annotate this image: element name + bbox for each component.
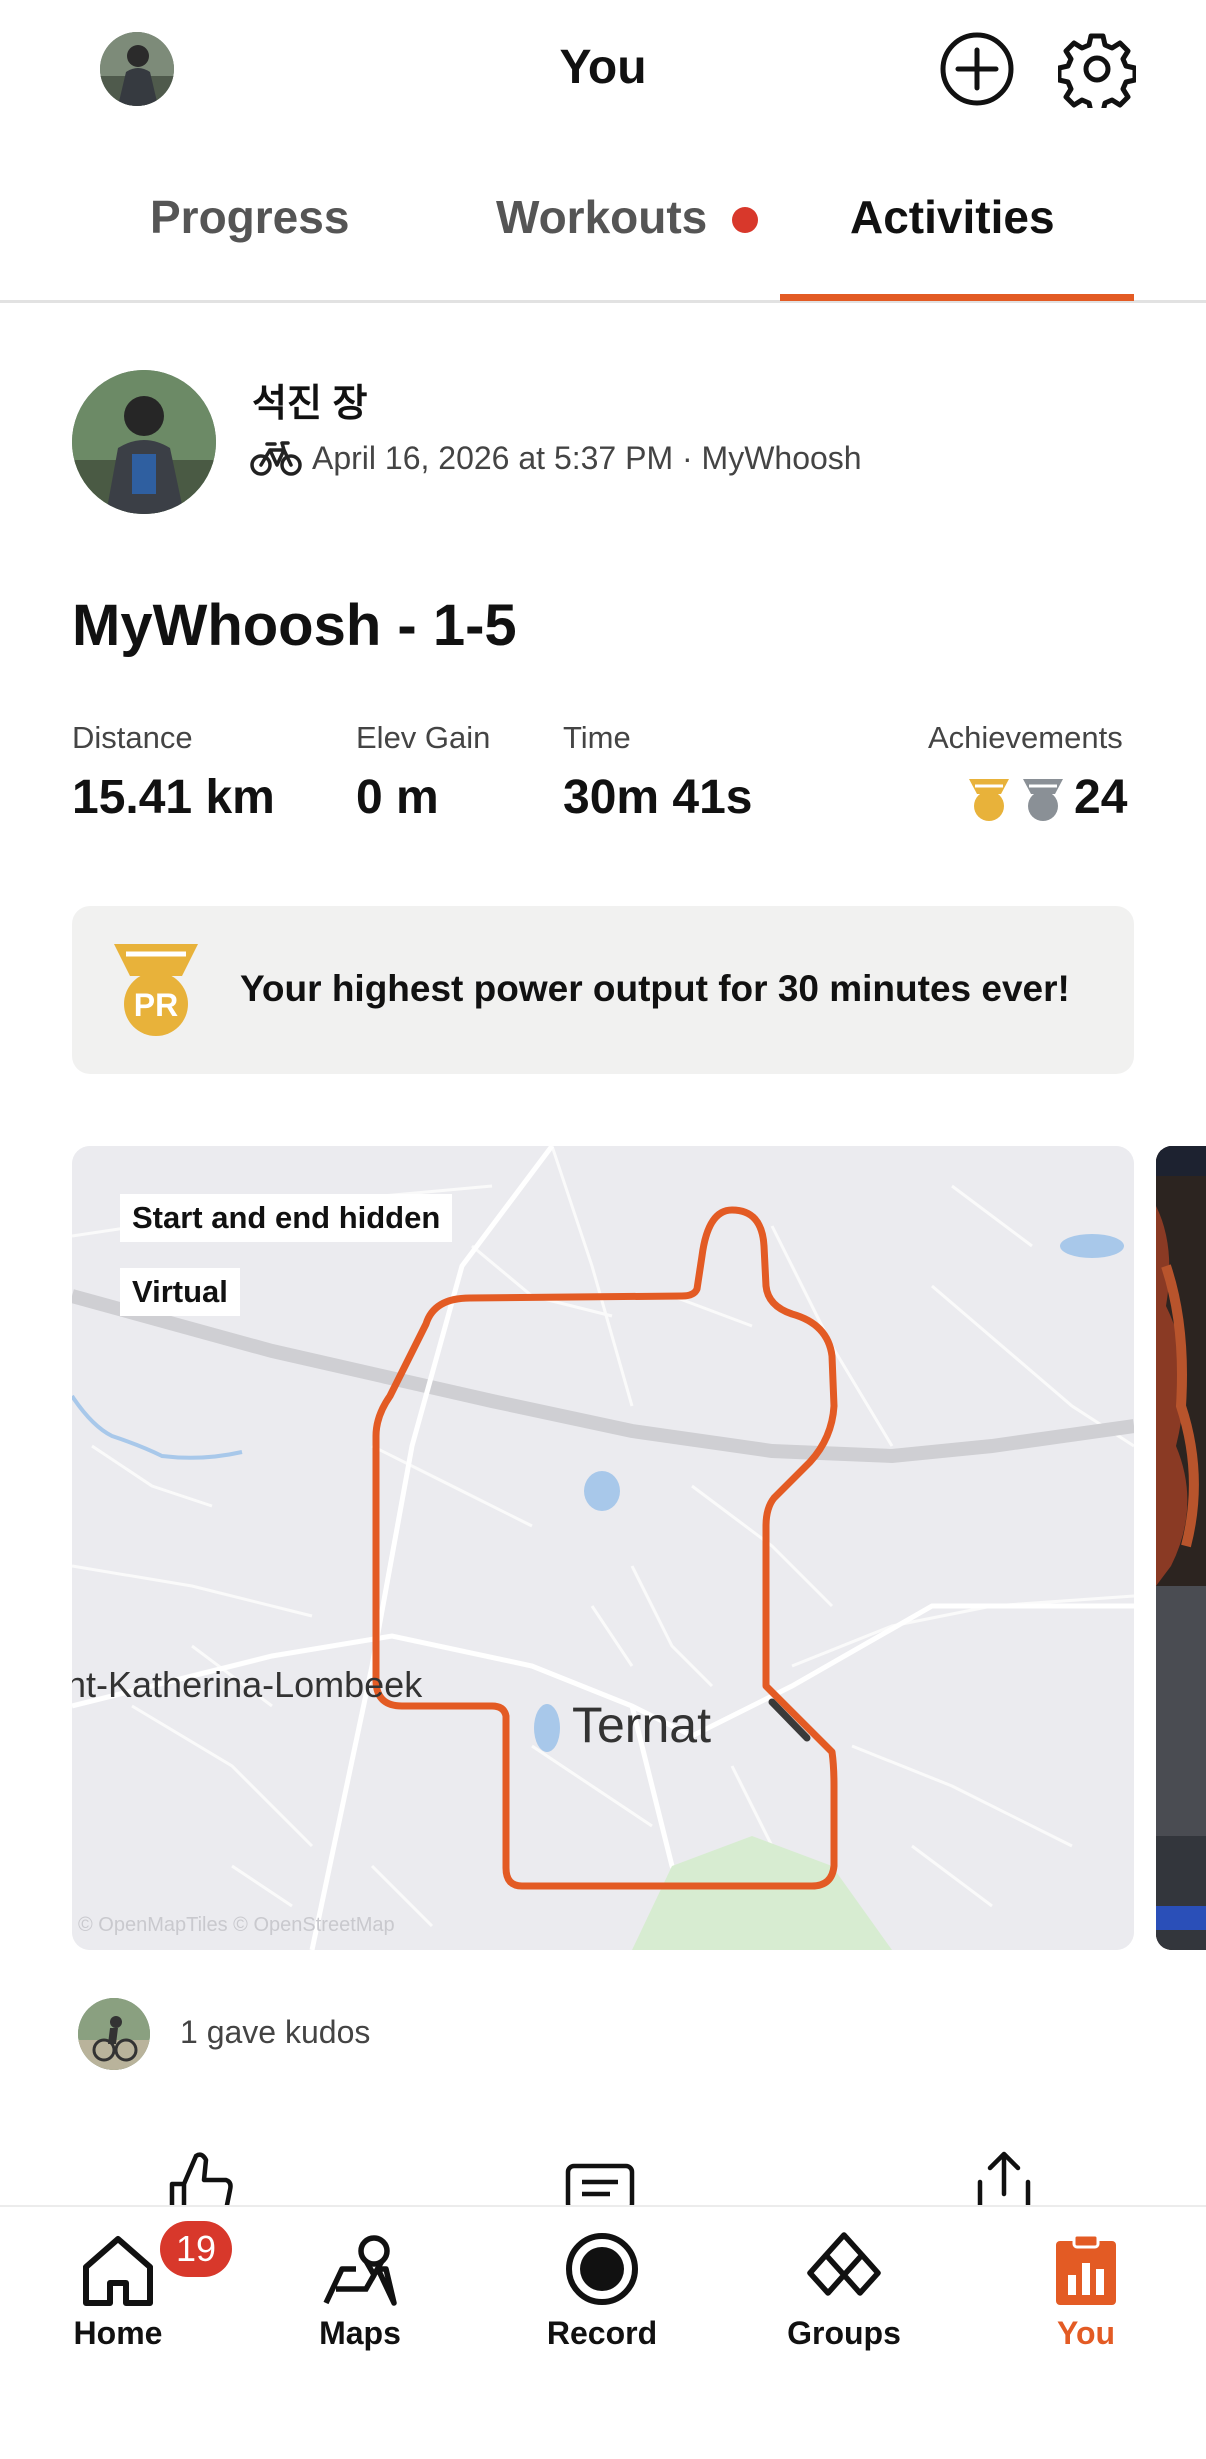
nav-you[interactable]: You — [986, 2207, 1186, 2407]
pr-badge-text: PR — [134, 987, 178, 1023]
map-label-lombeek: nt-Katherina-Lombeek — [72, 1664, 423, 1705]
tab-activities[interactable]: Activities — [850, 190, 1055, 244]
stat-time-label: Time — [563, 720, 631, 755]
map-tag-hidden: Start and end hidden — [120, 1194, 453, 1242]
stat-achievements-value: 24 — [1074, 771, 1128, 824]
stat-distance-label: Distance — [72, 720, 193, 755]
home-badge: 19 — [160, 2221, 232, 2277]
map-label-ternat: Ternat — [572, 1697, 711, 1753]
stat-distance-value: 15.41 km — [72, 771, 275, 824]
nav-groups[interactable]: Groups — [744, 2207, 944, 2407]
tab-workouts[interactable]: Workouts — [496, 190, 707, 244]
stat-elev-value: 0 m — [356, 771, 439, 824]
nav-maps[interactable]: Maps — [260, 2207, 460, 2407]
gear-icon[interactable] — [1056, 30, 1138, 115]
record-icon — [564, 2231, 640, 2307]
activity-meta: April 16, 2026 at 5:37 PM · MyWhoosh — [312, 440, 862, 476]
athlete-avatar[interactable] — [72, 370, 216, 514]
nav-maps-label: Maps — [319, 2315, 401, 2351]
nav-record[interactable]: Record — [502, 2207, 702, 2407]
nav-home-label: Home — [73, 2315, 163, 2351]
page-title: You — [559, 41, 647, 94]
bottom-nav: 19 Home Maps Record Groups You — [0, 2205, 1206, 2459]
notification-dot — [732, 207, 758, 233]
stat-time-value: 30m 41s — [563, 771, 753, 824]
bike-icon — [250, 438, 302, 478]
top-header: You — [0, 0, 1206, 140]
groups-icon — [806, 2231, 882, 2307]
nav-you-label: You — [1056, 2315, 1116, 2351]
comment-icon[interactable] — [564, 2150, 636, 2213]
route-map[interactable]: Start and end hidden Virtual Ternat nt-K… — [72, 1146, 1134, 1950]
thumbs-up-icon[interactable] — [164, 2150, 236, 2211]
map-tag-virtual: Virtual — [120, 1268, 240, 1316]
kudos-text[interactable]: 1 gave kudos — [180, 2014, 370, 2051]
athlete-name[interactable]: 석진 장 — [252, 372, 367, 427]
stat-elev-label: Elev Gain — [356, 720, 491, 755]
tab-progress[interactable]: Progress — [150, 190, 349, 244]
maps-icon — [322, 2231, 398, 2307]
tab-bar: Progress Workouts Activities — [0, 150, 1206, 303]
kudos-avatar[interactable] — [78, 1998, 150, 2070]
nav-record-label: Record — [546, 2315, 658, 2351]
pr-medal-icon: PR — [108, 940, 204, 1040]
gold-medal-icon — [966, 776, 1012, 824]
next-media-thumbnail[interactable] — [1156, 1146, 1206, 1950]
active-tab-indicator — [780, 294, 1134, 301]
you-icon — [1048, 2231, 1124, 2307]
share-icon[interactable] — [968, 2150, 1040, 2213]
silver-medal-icon — [1020, 776, 1066, 824]
pr-text: Your highest power output for 30 minutes… — [240, 968, 1070, 1009]
stat-achievements-label: Achievements — [928, 720, 1123, 755]
home-icon — [80, 2231, 156, 2307]
map-attribution: © OpenMapTiles © OpenStreetMap — [78, 1914, 395, 1936]
nav-home[interactable]: 19 Home — [18, 2207, 232, 2407]
activity-title[interactable]: MyWhoosh - 1-5 — [72, 592, 517, 659]
plus-circle-icon[interactable] — [938, 30, 1016, 108]
nav-groups-label: Groups — [787, 2315, 901, 2351]
